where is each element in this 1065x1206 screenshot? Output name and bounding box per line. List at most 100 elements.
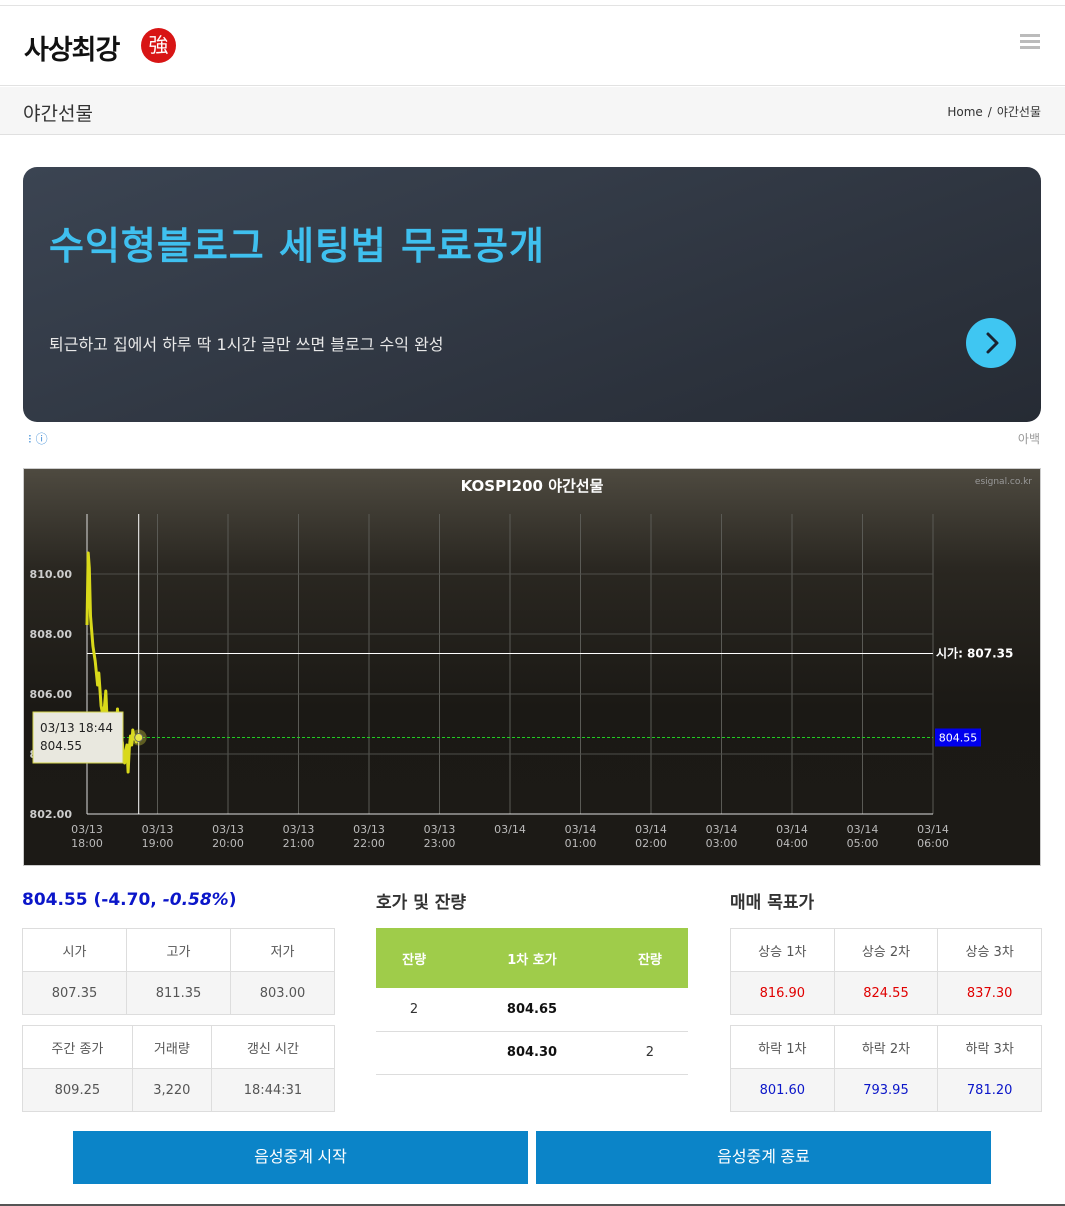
x-tick-date: 03/14 xyxy=(635,823,667,836)
breadcrumb: Home / 야간선물 xyxy=(947,103,1041,120)
x-tick-date: 03/14 xyxy=(565,823,597,836)
stat-value: 807.35 xyxy=(22,971,127,1015)
target-header: 상승 2차 xyxy=(833,928,939,972)
x-tick-time: 19:00 xyxy=(142,837,174,850)
target-value-up: 816.90 xyxy=(730,971,835,1015)
stat-value: 803.00 xyxy=(230,971,335,1015)
site-logo[interactable]: 사상최강 xyxy=(24,28,120,67)
logo-seal-icon[interactable]: 強 xyxy=(141,28,176,63)
x-tick-date: 03/14 xyxy=(847,823,879,836)
x-tick-time: 20:00 xyxy=(212,837,244,850)
current-price-badge-label: 804.55 xyxy=(939,732,978,745)
x-tick-time: 01:00 xyxy=(565,837,597,850)
page-title: 야간선물 xyxy=(23,103,93,125)
breadcrumb-current: 야간선물 xyxy=(996,105,1041,119)
current-price: 804.55 xyxy=(22,890,88,910)
ad-arrow-button[interactable] xyxy=(966,318,1016,368)
price-change-close: ) xyxy=(228,890,237,910)
targets-title: 매매 목표가 xyxy=(730,893,815,913)
orderbook-row: 2 804.65 xyxy=(376,988,688,1032)
ad-headline[interactable]: 수익형블로그 세팅법 무료공개 xyxy=(49,215,545,270)
x-tick-date: 03/14 xyxy=(706,823,738,836)
voice-start-button[interactable]: 음성중계 시작 xyxy=(73,1131,528,1184)
menu-icon[interactable] xyxy=(1020,34,1040,50)
x-tick-time: 22:00 xyxy=(353,837,385,850)
x-tick-time: 04:00 xyxy=(776,837,808,850)
chart-tooltip xyxy=(32,711,124,764)
tooltip-value: 804.55 xyxy=(40,739,82,753)
stat-header: 주간 종가 xyxy=(22,1025,133,1069)
target-value-down: 801.60 xyxy=(730,1068,835,1112)
site-header: 사상최강 強 xyxy=(0,6,1065,86)
stat-header: 갱신 시간 xyxy=(210,1025,336,1069)
y-tick-label: 810.00 xyxy=(30,568,73,581)
stat-header: 시가 xyxy=(22,928,127,972)
voice-stop-button[interactable]: 음성중계 종료 xyxy=(536,1131,991,1184)
target-header: 상승 3차 xyxy=(937,928,1042,972)
price-stats-table: 시가 고가 저가 807.35 811.35 803.00 xyxy=(22,928,335,1015)
bid-volume: 2 xyxy=(611,1031,688,1075)
x-tick-date: 03/14 xyxy=(917,823,949,836)
chart-canvas: KOSPI200 야간선물 esignal.co.kr03/1318:0003/1… xyxy=(30,477,1033,850)
x-tick-date: 03/13 xyxy=(283,823,315,836)
ad-subtext[interactable]: 퇴근하고 집에서 하루 딱 1시간 글만 쓰면 블로그 수익 완성 xyxy=(49,331,444,355)
ad-info-icon[interactable]: ⁝ ⓘ xyxy=(28,430,48,447)
night-futures-chart: KOSPI200 야간선물 esignal.co.kr 03/13 18:00 03/1… xyxy=(23,468,1041,866)
breadcrumb-home[interactable]: Home xyxy=(947,105,982,119)
x-tick-date: 03/13 xyxy=(212,823,244,836)
target-header: 상승 1차 xyxy=(730,928,835,972)
chevron-right-icon xyxy=(986,332,999,354)
y-tick-label: 808.00 xyxy=(30,628,73,641)
up-targets-table: 상승 1차 상승 2차 상승 3차 816.90 824.55 837.30 xyxy=(730,928,1042,1015)
stat-header: 저가 xyxy=(230,928,335,972)
price-change: (-4.70, xyxy=(93,890,163,910)
x-tick-date: 03/13 xyxy=(353,823,385,836)
stat-value: 3,220 xyxy=(131,1068,212,1112)
stat-value: 809.25 xyxy=(22,1068,133,1112)
stat-value: 811.35 xyxy=(126,971,231,1015)
target-header: 하락 1차 xyxy=(730,1025,835,1069)
orderbook-header: 1차 호가 xyxy=(452,928,612,988)
stat-header: 거래량 xyxy=(131,1025,212,1069)
down-targets-table: 하락 1차 하락 2차 하락 3차 801.60 793.95 781.20 xyxy=(730,1025,1042,1112)
orderbook-header: 잔량 xyxy=(611,928,688,988)
hover-point xyxy=(134,733,144,742)
chart-title: KOSPI200 야간선물 xyxy=(461,477,604,495)
bid-volume xyxy=(611,988,688,1032)
ad-banner[interactable]: 수익형블로그 세팅법 무료공개 퇴근하고 집에서 하루 딱 1시간 글만 쓰면 … xyxy=(23,167,1041,422)
x-tick-time: 18:00 xyxy=(71,837,103,850)
orderbook-header: 잔량 xyxy=(376,928,453,988)
x-tick-date: 03/14 xyxy=(776,823,808,836)
open-price-label: 시가: 807.35 xyxy=(936,646,1013,661)
ask-volume xyxy=(376,1031,453,1075)
target-value-up: 837.30 xyxy=(937,971,1042,1015)
x-tick-time: 06:00 xyxy=(917,837,949,850)
chart-watermark: esignal.co.kr xyxy=(975,477,1032,487)
stat-header: 고가 xyxy=(126,928,231,972)
title-bar: 야간선물 Home / 야간선물 xyxy=(0,87,1065,135)
x-tick-time: 02:00 xyxy=(635,837,667,850)
orderbook-title: 호가 및 잔량 xyxy=(376,893,467,913)
orderbook-table: 잔량 1차 호가 잔량 2 804.65 804.30 2 xyxy=(376,928,688,1075)
orderbook-row: 804.30 2 xyxy=(376,1031,688,1075)
x-tick-date: 03/14 xyxy=(494,823,526,836)
bid-price: 804.30 xyxy=(452,1031,612,1075)
x-tick-time: 21:00 xyxy=(283,837,315,850)
target-value-down: 781.20 xyxy=(937,1068,1042,1112)
price-change-pct: -0.58% xyxy=(162,890,229,910)
ask-volume: 2 xyxy=(376,988,453,1032)
x-tick-date: 03/13 xyxy=(71,823,103,836)
ad-label: 아백 xyxy=(1017,432,1040,446)
x-tick-date: 03/13 xyxy=(142,823,174,836)
y-tick-label: 802.00 xyxy=(30,808,73,821)
target-header: 하락 3차 xyxy=(937,1025,1042,1069)
stat-value: 18:44:31 xyxy=(210,1068,336,1112)
y-tick-label: 806.00 xyxy=(30,688,73,701)
x-tick-date: 03/13 xyxy=(424,823,456,836)
x-tick-time: 05:00 xyxy=(847,837,879,850)
x-tick-time: 23:00 xyxy=(424,837,456,850)
target-value-up: 824.55 xyxy=(833,971,939,1015)
price-summary: 804.55 (-4.70, -0.58%) xyxy=(22,890,237,910)
tooltip-time: 03/13 18:44 xyxy=(40,721,113,735)
breadcrumb-separator: / xyxy=(987,105,992,119)
